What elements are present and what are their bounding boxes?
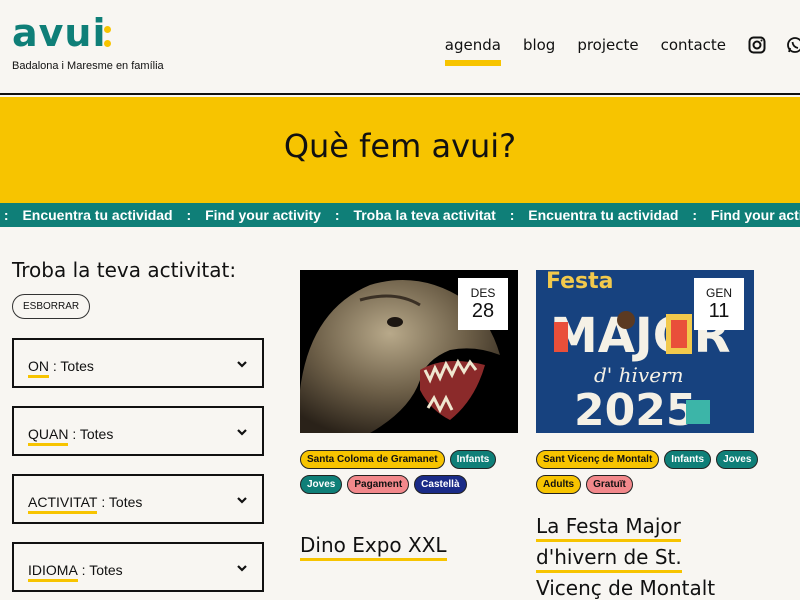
ticker-item: Encuentra tu actividad xyxy=(22,207,173,223)
filter-title: Troba la teva activitat: xyxy=(12,258,237,282)
filter-key: IDIOMA xyxy=(28,562,78,578)
event-day: 28 xyxy=(471,300,495,322)
ticker-item: Encuentra tu actividad xyxy=(528,207,679,223)
event-title[interactable]: La Festa Major d'hivern de St. Vicenç de… xyxy=(536,511,754,600)
filter-value: Totes xyxy=(60,358,94,374)
chevron-down-icon xyxy=(237,429,247,436)
main-nav: agenda blog projecte contacte xyxy=(444,30,800,66)
filter-idioma-select[interactable]: IDIOMA : Totes xyxy=(12,542,264,592)
filter-key: ON xyxy=(28,358,49,374)
event-title-line: d'hivern de St. xyxy=(536,542,682,573)
filter-value: Totes xyxy=(79,426,114,442)
ticker-separator: : xyxy=(692,207,698,223)
poster-text: Festa xyxy=(546,270,614,294)
ticker-separator: : xyxy=(509,207,515,223)
tag-audience[interactable]: Infants xyxy=(449,450,497,469)
event-month: DES xyxy=(470,286,496,300)
ticker-item: Troba la teva activitat xyxy=(353,207,496,223)
tag-price[interactable]: Gratuït xyxy=(586,475,633,494)
event-date-badge: GEN 11 xyxy=(694,278,744,330)
tag-audience[interactable]: Joves xyxy=(716,450,759,469)
filter-quan-label: QUAN : Totes xyxy=(28,426,114,442)
ticker-item: Find your activity xyxy=(710,207,800,223)
tag-location[interactable]: Sant Vicenç de Montalt xyxy=(536,450,660,469)
filter-on-label: ON : Totes xyxy=(28,358,94,374)
ticker-separator: : xyxy=(0,207,9,223)
clear-filters-button[interactable]: ESBORRAR xyxy=(12,294,91,319)
nav-item-blog[interactable]: blog xyxy=(523,36,555,54)
event-image[interactable]: DES 28 xyxy=(300,270,518,433)
tag-audience[interactable]: Infants xyxy=(664,450,712,469)
event-month: GEN xyxy=(705,286,732,300)
event-title[interactable]: Dino Expo XXL xyxy=(300,530,518,561)
ticker-separator: : xyxy=(186,207,192,223)
event-tags: Santa Coloma de Gramanet Infants Joves P… xyxy=(300,450,530,494)
event-tags: Sant Vicenç de Montalt Infants Joves Adu… xyxy=(536,450,766,494)
tag-price[interactable]: Pagament xyxy=(347,475,410,494)
event-title-line: La Festa Major xyxy=(536,511,681,542)
nav-item-contacte[interactable]: contacte xyxy=(661,36,726,54)
hero-title: Què fem avui? xyxy=(283,127,517,165)
filter-sidebar: Troba la teva activitat: ESBORRAR ON : T… xyxy=(12,258,267,592)
tag-language[interactable]: Castellà xyxy=(414,475,467,494)
tag-location[interactable]: Santa Coloma de Gramanet xyxy=(300,450,445,469)
event-image[interactable]: Festa MAJOR d' hivern 2025 GEN 11 xyxy=(536,270,754,433)
poster-text: 2025 xyxy=(574,385,696,433)
logo-wordmark: avui xyxy=(12,11,107,55)
site-header: avui Badalona i Maresme en família agend… xyxy=(0,0,800,95)
chevron-down-icon xyxy=(237,565,247,572)
site-logo[interactable]: avui xyxy=(12,11,111,55)
whatsapp-icon[interactable] xyxy=(786,36,800,54)
chevron-down-icon xyxy=(237,361,247,368)
filter-key: QUAN xyxy=(28,426,69,442)
filter-activitat-select[interactable]: ACTIVITAT : Totes xyxy=(12,474,264,524)
nav-item-agenda[interactable]: agenda xyxy=(444,36,502,66)
event-day: 11 xyxy=(708,300,730,322)
event-title-line: Vicenç de Montalt xyxy=(536,573,715,600)
filter-key: ACTIVITAT xyxy=(28,494,98,510)
marquee-ticker: : Encuentra tu actividad : Find your act… xyxy=(0,203,800,227)
hero-banner: Què fem avui? xyxy=(0,97,800,203)
tag-audience[interactable]: Joves xyxy=(300,475,343,494)
filter-value: Totes xyxy=(108,494,143,510)
poster-text: d' hivern xyxy=(594,363,684,387)
event-date-badge: DES 28 xyxy=(458,278,508,330)
tag-audience[interactable]: Adults xyxy=(536,475,582,494)
chevron-down-icon xyxy=(237,497,247,504)
ticker-separator: : xyxy=(334,207,340,223)
nav-item-projecte[interactable]: projecte xyxy=(577,36,638,54)
filter-value: Totes xyxy=(89,562,123,578)
filter-idioma-label: IDIOMA : Totes xyxy=(28,562,123,578)
event-card[interactable]: Festa MAJOR d' hivern 2025 GEN 11 Sant V… xyxy=(536,270,759,600)
site-tagline: Badalona i Maresme en família xyxy=(12,60,164,72)
event-card[interactable]: DES 28 Santa Coloma de Gramanet Infants … xyxy=(300,270,518,561)
ticker-item: Find your activity xyxy=(205,207,321,223)
logo-colon-icon xyxy=(104,26,114,52)
filter-quan-select[interactable]: QUAN : Totes xyxy=(12,406,264,456)
filter-on-select[interactable]: ON : Totes xyxy=(12,338,264,388)
instagram-icon[interactable] xyxy=(748,36,766,54)
filter-activitat-label: ACTIVITAT : Totes xyxy=(28,494,143,510)
event-title-line: Dino Expo XXL xyxy=(300,530,447,561)
